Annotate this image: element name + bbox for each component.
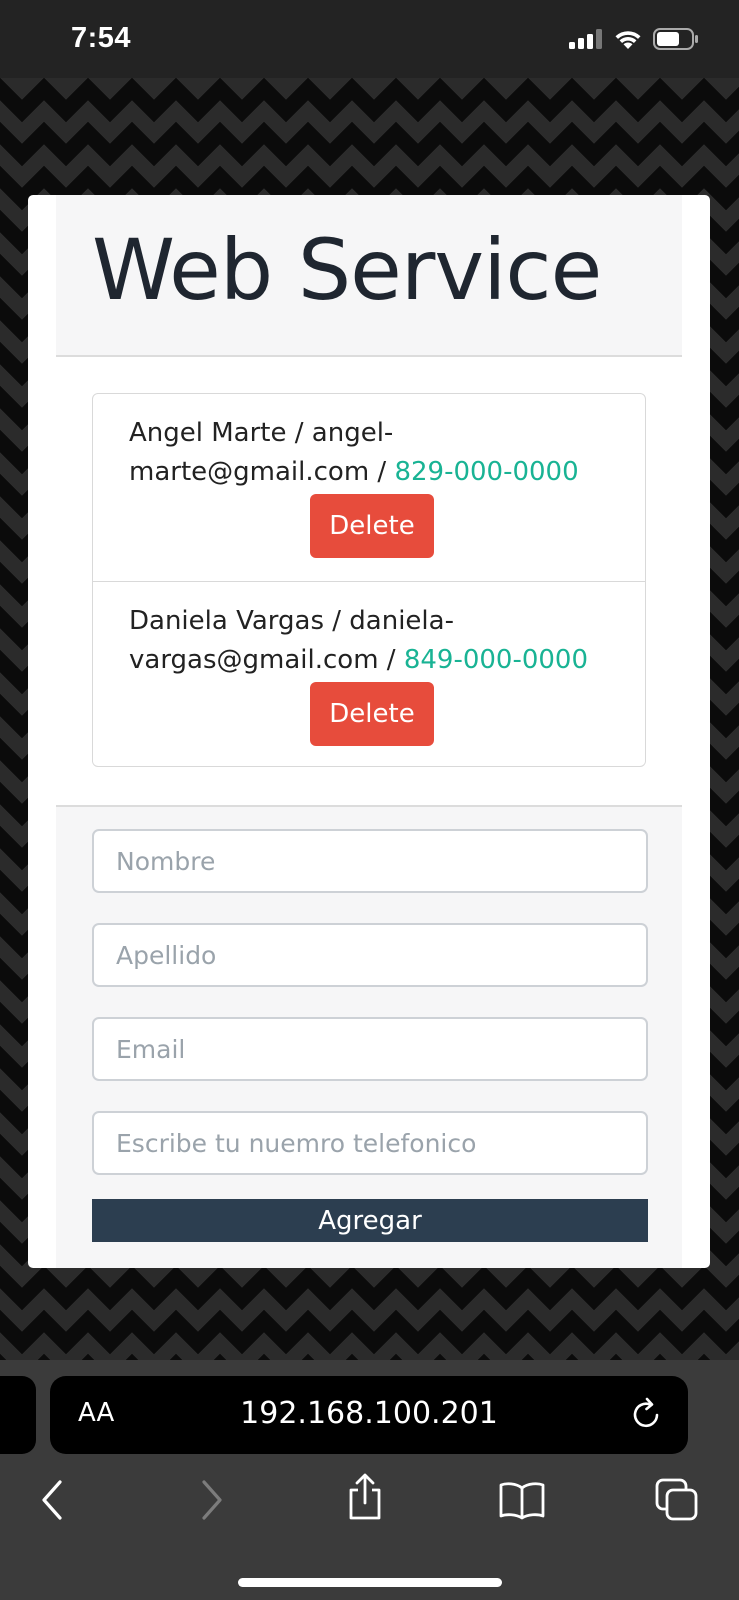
status-icons xyxy=(569,28,699,50)
cellular-signal-icon xyxy=(569,29,602,49)
page-title: Web Service xyxy=(92,221,602,319)
phone-input[interactable] xyxy=(92,1111,648,1175)
forward-icon[interactable] xyxy=(196,1478,226,1522)
add-button[interactable]: Agregar xyxy=(92,1199,648,1242)
main-card: Web Service Angel Marte / angel-marte@gm… xyxy=(28,195,710,1268)
delete-button[interactable]: Delete xyxy=(310,682,434,746)
url-text: 192.168.100.201 xyxy=(240,1396,498,1431)
email-input[interactable] xyxy=(92,1017,648,1081)
list-item: Daniela Vargas / daniela-vargas@gmail.co… xyxy=(93,581,645,768)
apellido-input[interactable] xyxy=(92,923,648,987)
previous-tab-pill[interactable] xyxy=(0,1376,36,1454)
tabs-icon[interactable] xyxy=(655,1478,699,1522)
battery-icon xyxy=(653,28,698,50)
status-bar: 7:54 xyxy=(0,0,739,78)
browser-nav-row xyxy=(0,1473,739,1548)
address-bar[interactable]: AA 192.168.100.201 xyxy=(50,1376,688,1454)
list-item: Angel Marte / angel-marte@gmail.com / 82… xyxy=(93,394,645,581)
contact-details: Angel Marte / angel-marte@gmail.com / xyxy=(129,418,395,487)
contact-list: Angel Marte / angel-marte@gmail.com / 82… xyxy=(92,393,646,767)
contact-phone: 829-000-0000 xyxy=(394,457,579,487)
reload-icon[interactable] xyxy=(630,1396,664,1432)
contact-info: Daniela Vargas / daniela-vargas@gmail.co… xyxy=(129,602,619,680)
home-indicator xyxy=(238,1578,502,1587)
bookmarks-icon[interactable] xyxy=(498,1478,546,1522)
delete-button[interactable]: Delete xyxy=(310,494,434,558)
contact-phone: 849-000-0000 xyxy=(403,645,589,675)
back-icon[interactable] xyxy=(38,1478,68,1522)
share-icon[interactable] xyxy=(345,1472,385,1522)
browser-toolbar: AA 192.168.100.201 xyxy=(0,1360,739,1600)
contact-info: Angel Marte / angel-marte@gmail.com / 82… xyxy=(129,414,619,492)
add-contact-form: Agregar xyxy=(56,805,682,1268)
wifi-icon xyxy=(615,31,641,49)
nombre-input[interactable] xyxy=(92,829,648,893)
status-time: 7:54 xyxy=(71,22,132,54)
